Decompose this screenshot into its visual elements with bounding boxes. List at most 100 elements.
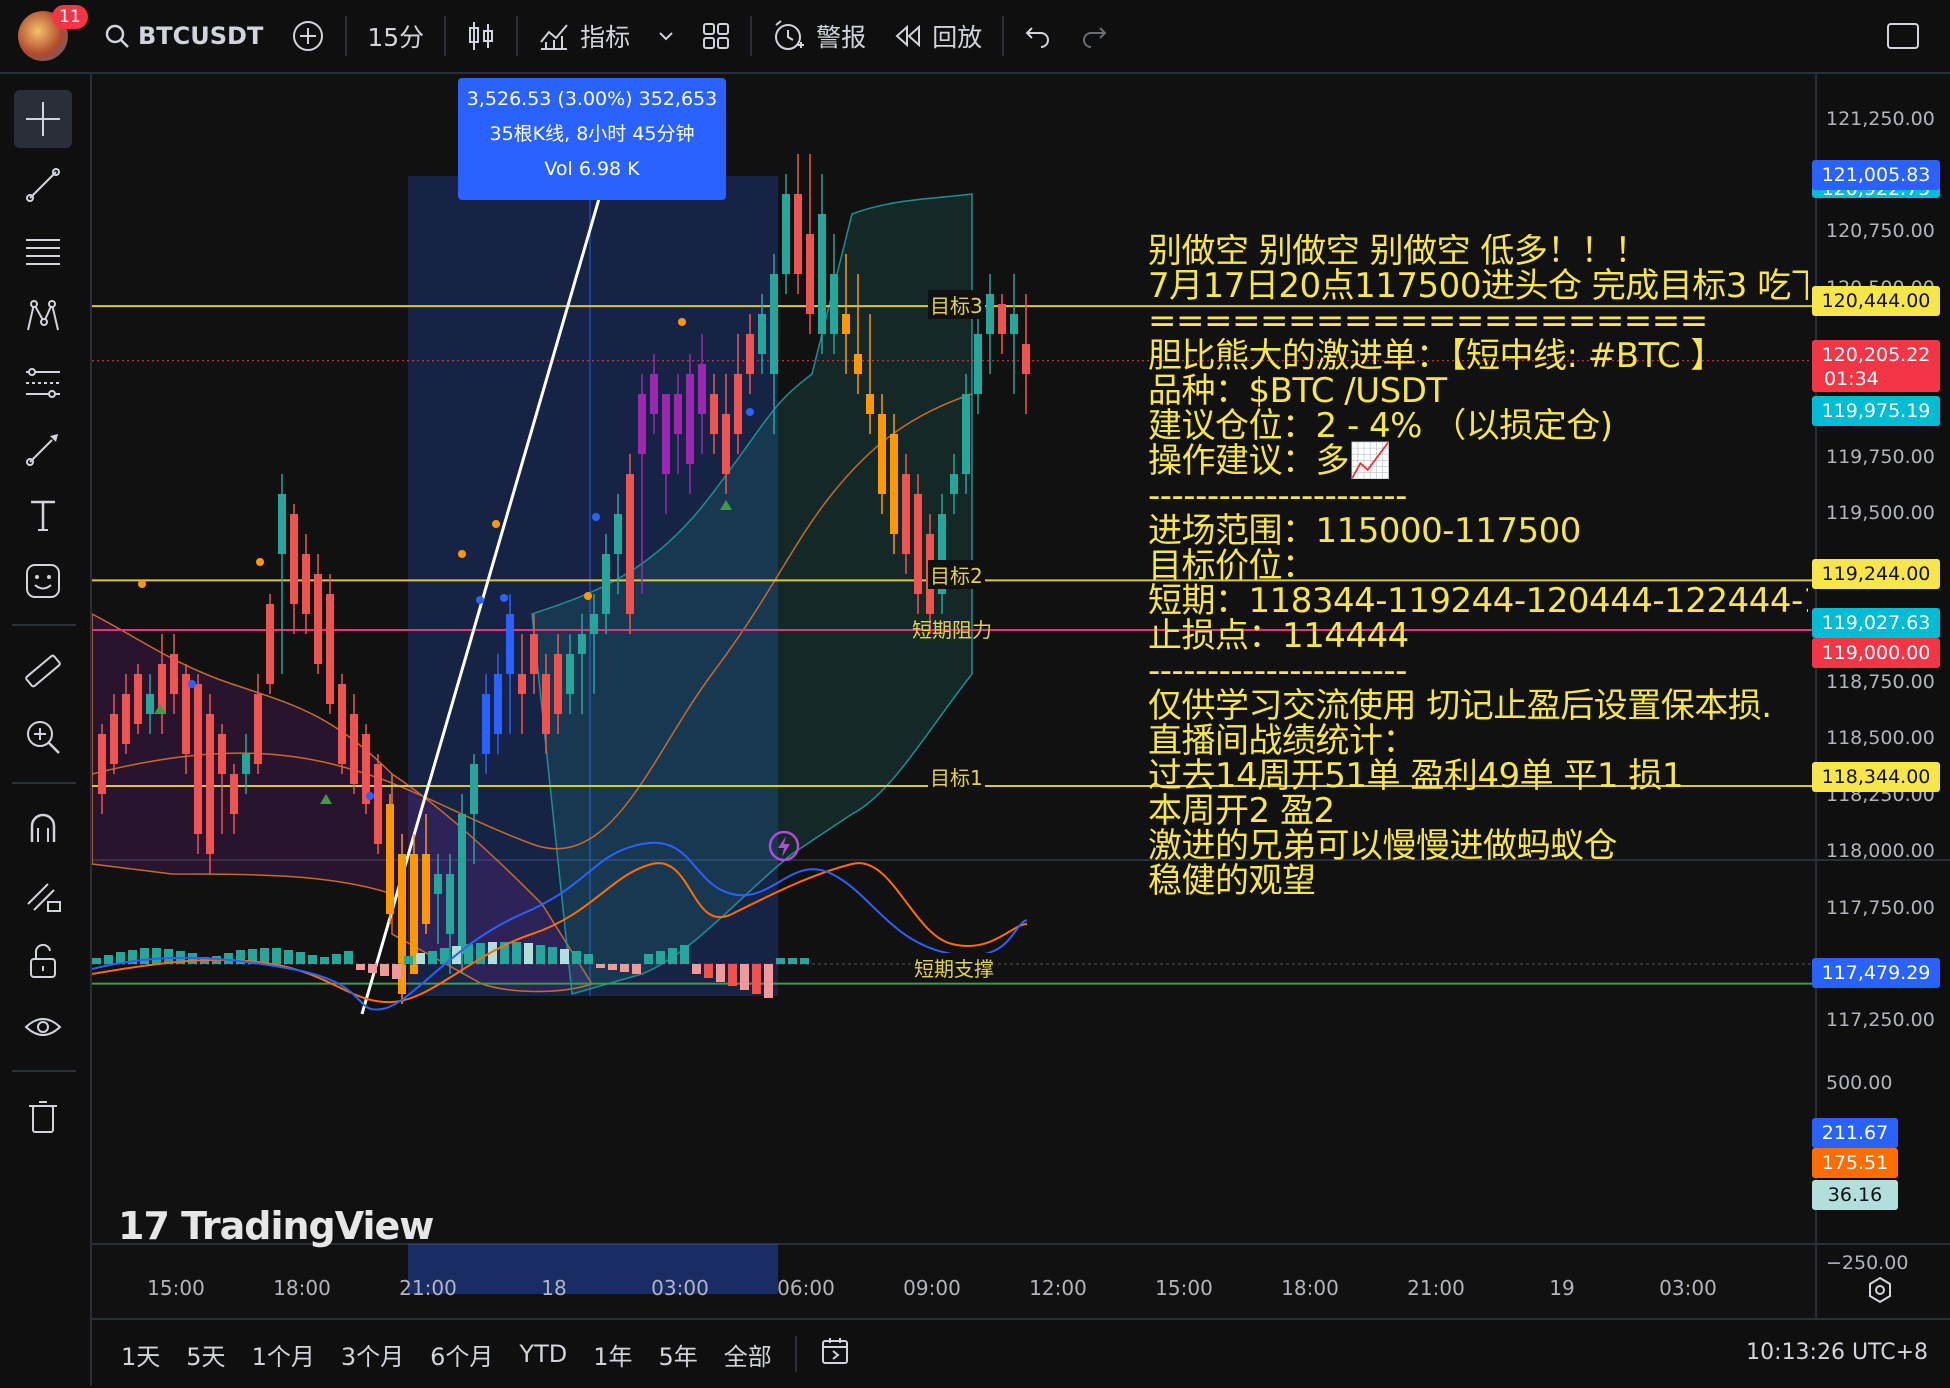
candle-body [662, 394, 670, 474]
top-toolbar: 11 BTCUSDT 15分 指标 警报 回放 [0, 0, 1950, 74]
candle-body [830, 274, 838, 334]
fib-tool[interactable] [14, 222, 72, 280]
interval-button[interactable]: 15分 [353, 0, 438, 72]
macd-histogram-bar [548, 947, 557, 964]
measure-bars: 35根K线, 8小时 45分钟 [489, 123, 695, 145]
time-axis-label: 15:00 [1155, 1276, 1213, 1300]
candlestick-icon [469, 22, 494, 50]
indicators-dropdown[interactable] [644, 0, 688, 72]
time-axis-label: 18:00 [1281, 1276, 1339, 1300]
orange-signal-dot [138, 580, 146, 588]
grid-icon [703, 23, 730, 49]
zoom-in-icon [27, 721, 60, 754]
overlay-line: 别做空 别做空 别做空 低多！！！ [1148, 234, 1648, 271]
macd-histogram-bar [632, 964, 641, 974]
range-6m[interactable]: 6个月 [417, 1337, 506, 1372]
candle-body [674, 394, 682, 434]
text-icon [31, 500, 55, 531]
blue-signal-dot [746, 408, 754, 416]
osc-axis-top: 500.00 [1826, 1072, 1893, 1094]
time-axis-label: 06:00 [777, 1276, 835, 1300]
tradingview-watermark: 17 TradingView [118, 1204, 434, 1248]
macd-histogram-bar [668, 948, 677, 964]
delete-drawings-tool[interactable] [14, 1088, 72, 1146]
candle-body [902, 474, 910, 554]
redo-button[interactable] [1066, 0, 1122, 72]
pencil-lock-icon [27, 883, 61, 912]
layout-button[interactable] [688, 0, 744, 72]
zoom-tool[interactable] [14, 708, 72, 766]
chart-settings-button[interactable] [1866, 1276, 1894, 1308]
visibility-tool[interactable] [14, 998, 72, 1056]
candle-body [506, 614, 514, 674]
drawing-mode-tool[interactable] [14, 866, 72, 924]
macd-histogram-bar [656, 951, 665, 964]
undo-button[interactable] [1010, 0, 1066, 72]
time-axis-label: 18:00 [273, 1276, 331, 1300]
macd-histogram-bar [344, 951, 353, 964]
compare-symbol-button[interactable] [277, 0, 339, 72]
redo-icon [1083, 27, 1107, 48]
brush-tool[interactable] [14, 420, 72, 478]
sticker-tool[interactable] [14, 552, 72, 610]
range-1m[interactable]: 1个月 [239, 1337, 328, 1372]
macd-value-tag: 211.67 [1812, 1118, 1898, 1148]
candle-body [686, 374, 694, 464]
range-ytd[interactable]: YTD [506, 1340, 580, 1368]
symbol-search-button[interactable]: BTCUSDT [90, 0, 277, 72]
indicators-button[interactable]: 指标 [524, 0, 644, 72]
fullscreen-button[interactable] [1872, 0, 1934, 72]
target1-price-tag: 118,344.00 [1812, 762, 1940, 792]
range-3m[interactable]: 3个月 [328, 1337, 417, 1372]
candle-body [614, 514, 622, 554]
magnet-tool[interactable] [14, 800, 72, 858]
candle-body [290, 514, 298, 604]
trend-line-icon [26, 168, 60, 202]
blue-signal-dot [500, 594, 508, 602]
text-tool[interactable] [14, 486, 72, 544]
chart-type-button[interactable] [452, 0, 510, 72]
candle-body [950, 474, 958, 494]
range-1d[interactable]: 1天 [108, 1337, 173, 1372]
candle-body [218, 734, 226, 774]
goto-date-button[interactable] [807, 1336, 865, 1372]
replay-button[interactable]: 回放 [880, 0, 996, 72]
range-5d[interactable]: 5天 [173, 1337, 238, 1372]
alert-button[interactable]: 警报 [758, 0, 880, 72]
range-1y[interactable]: 1年 [580, 1337, 645, 1372]
divider [444, 16, 447, 56]
watermark-text: TradingView [181, 1204, 434, 1248]
macd-histogram-bar [404, 956, 413, 964]
macd-histogram-bar [644, 954, 653, 964]
overlay-line: 止损点：114444 [1148, 616, 1409, 656]
divider [12, 782, 76, 784]
macd-histogram-bar [104, 955, 113, 964]
candle-body [374, 764, 382, 844]
candle-body [530, 634, 538, 674]
measure-time-range [408, 1244, 778, 1294]
pattern-tool[interactable] [14, 288, 72, 346]
candle-body [998, 304, 1006, 334]
target2-label: 目标2 [928, 560, 985, 589]
time-axis-label: 19 [1549, 1276, 1575, 1300]
range-all[interactable]: 全部 [711, 1337, 785, 1372]
macd-histogram-bar [620, 964, 629, 972]
clock-timezone[interactable]: 10:13:26 UTC+8 [1746, 1340, 1928, 1365]
alert-label: 警报 [816, 23, 867, 52]
crosshair-tool[interactable] [14, 90, 72, 148]
time-axis-label: 09:00 [903, 1276, 961, 1300]
user-avatar[interactable]: 11 [18, 5, 88, 61]
forecast-tool[interactable] [14, 354, 72, 412]
range-5y[interactable]: 5年 [646, 1337, 711, 1372]
lock-tool[interactable] [14, 932, 72, 990]
candle-body [734, 374, 742, 434]
trend-line-tool[interactable] [14, 156, 72, 214]
measure-tool[interactable] [14, 642, 72, 700]
price-axis-label: 118,750.00 [1826, 671, 1935, 693]
time-axis-label: 18 [541, 1276, 567, 1300]
overlay-line: 直播间战绩统计： [1148, 721, 1417, 761]
symbol-label: BTCUSDT [138, 22, 264, 50]
candle-body [446, 874, 454, 934]
macd-histogram-bar [800, 958, 809, 964]
macd-histogram-bar [596, 964, 605, 968]
